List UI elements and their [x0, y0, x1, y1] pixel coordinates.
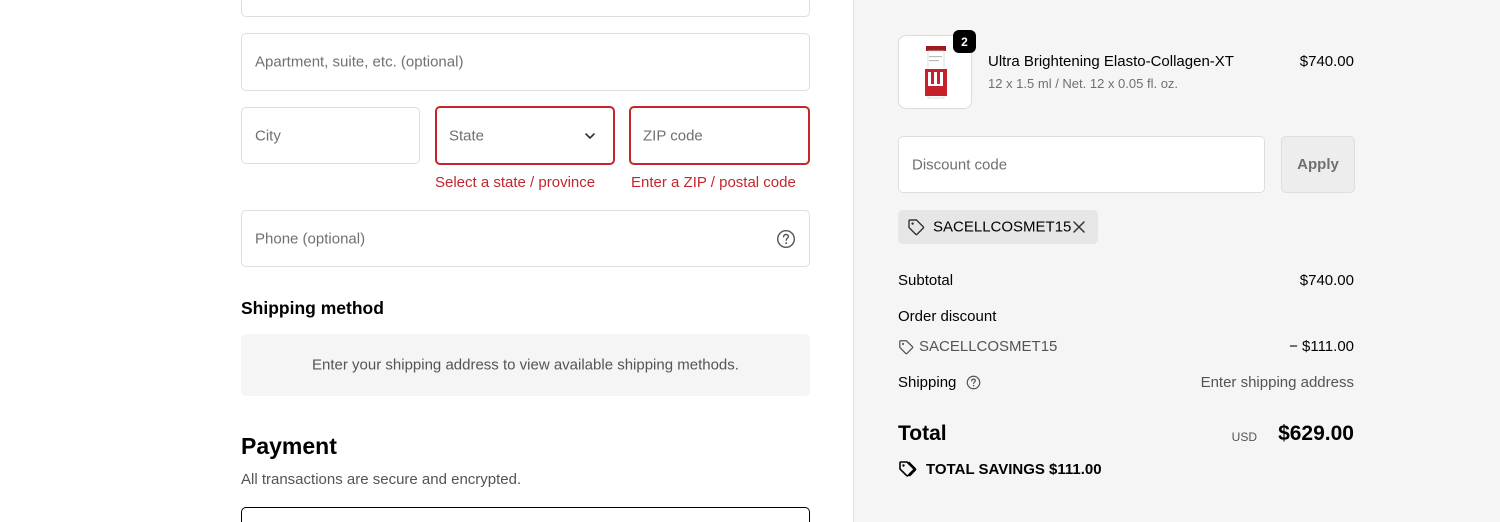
subtotal-value: $740.00 [1299, 272, 1354, 289]
discount-code-input[interactable]: Discount code [898, 136, 1265, 193]
shipping-method-title: Shipping method [241, 298, 384, 318]
zip-placeholder: ZIP code [643, 127, 703, 144]
product-name: Ultra Brightening Elasto-Collagen-XT [988, 53, 1234, 70]
quantity-badge: 2 [953, 30, 976, 53]
total-savings-value: $111.00 [1049, 461, 1102, 478]
tag-icon [899, 340, 914, 355]
payment-subtitle: All transactions are secure and encrypte… [241, 471, 522, 488]
state-value: State [449, 127, 485, 144]
question-circle-icon[interactable] [966, 375, 981, 390]
city-field[interactable]: City [241, 107, 420, 164]
order-discount-code: SACELLCOSMET15 [919, 338, 1058, 355]
shipping-method-message: Enter your shipping address to view avai… [312, 356, 739, 374]
total-savings-label: TOTAL SAVINGS [926, 461, 1045, 478]
zip-error: Enter a ZIP / postal code [631, 174, 796, 191]
product-variant: 12 x 1.5 ml / Net. 12 x 0.05 fl. oz. [988, 76, 1179, 91]
payment-title: Payment [241, 433, 337, 459]
phone-placeholder: Phone (optional) [255, 230, 366, 247]
close-icon[interactable] [1071, 219, 1087, 235]
total-label: Total [898, 422, 947, 445]
tag-icon [908, 219, 925, 236]
shipping-value: Enter shipping address [1200, 374, 1354, 391]
product-price: $740.00 [1299, 53, 1354, 70]
order-summary: 2 Ultra Brightening Elasto-Collagen-XT 1… [853, 0, 1500, 522]
address-field[interactable] [241, 0, 810, 17]
zip-field[interactable]: ZIP code [629, 106, 810, 165]
city-placeholder: City [255, 127, 281, 144]
order-discount-value: − $111.00 [1289, 338, 1354, 355]
apartment-placeholder: Apartment, suite, etc. (optional) [255, 53, 464, 71]
state-error: Select a state / province [435, 174, 596, 191]
applied-discount-chip: SACELLCOSMET15 [898, 210, 1098, 244]
subtotal-label: Subtotal [898, 272, 954, 289]
payment-option[interactable] [241, 507, 810, 522]
shipping-label: Shipping [898, 374, 957, 391]
applied-discount-code: SACELLCOSMET15 [933, 218, 1072, 236]
phone-field[interactable]: Phone (optional) [241, 210, 810, 267]
checkout-form: Apartment, suite, etc. (optional) City S… [0, 0, 853, 522]
question-circle-icon[interactable] [776, 229, 796, 249]
tags-icon [899, 461, 917, 477]
discount-placeholder: Discount code [912, 156, 1008, 173]
total-value: $629.00 [1278, 422, 1354, 445]
apartment-field[interactable]: Apartment, suite, etc. (optional) [241, 33, 810, 91]
apply-button[interactable]: Apply [1281, 136, 1355, 193]
order-discount-label: Order discount [898, 308, 997, 325]
state-select[interactable]: State [435, 106, 615, 165]
shipping-method-notice: Enter your shipping address to view avai… [241, 334, 810, 396]
total-currency: USD [1231, 430, 1257, 444]
chevron-down-icon [585, 132, 595, 139]
